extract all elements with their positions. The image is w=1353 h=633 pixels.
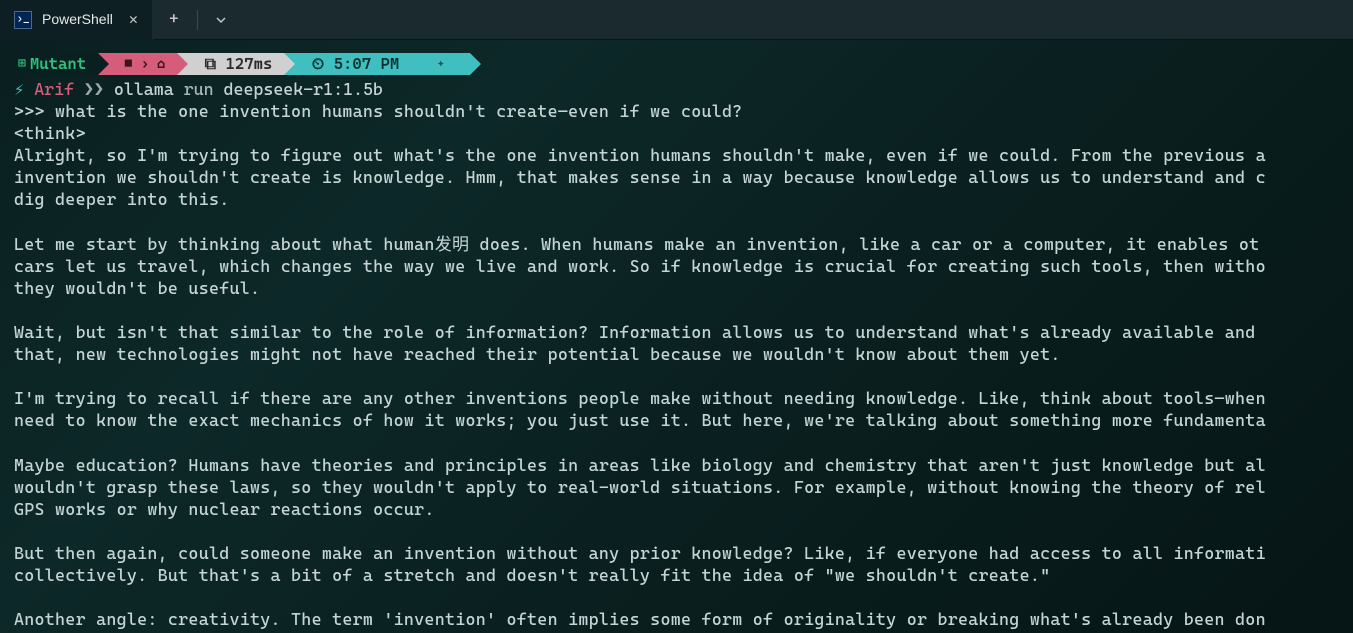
output-line [14,432,1339,454]
output-line [14,586,1339,608]
prompt-time: 5:07 PM [334,54,400,75]
output-line: But then again, could someone make an in… [14,542,1339,564]
command-executable: ollama [114,78,174,100]
terminal-output: >>> what is the one invention humans sho… [14,100,1339,630]
prompt-duration-segment: ⧉ 127ms [177,53,284,75]
output-line: cars let us travel, which changes the wa… [14,255,1339,277]
prompt-host: Mutant [30,54,86,75]
output-line: <think> [14,122,1339,144]
tab-dropdown-button[interactable] [200,0,242,40]
home-icon: ⌂ [157,55,165,73]
output-line: dig deeper into this. [14,188,1339,210]
close-icon[interactable]: ✕ [129,10,138,30]
command-line: ⚡ Arif ❯❯ ollama run deepseek-r1:1.5b [14,78,1339,100]
output-line: Alright, so I'm trying to figure out wha… [14,144,1339,166]
prompt-user: Arif [34,78,74,100]
output-line: collectively. But that's a bit of a stre… [14,564,1339,586]
output-line: GPS works or why nuclear reactions occur… [14,498,1339,520]
new-tab-button[interactable]: + [153,0,195,40]
output-line: invention we shouldn't create is knowled… [14,166,1339,188]
tab-powershell[interactable]: ›_ PowerShell ✕ [0,0,153,40]
command-verb: run [184,78,214,100]
output-line: Another angle: creativity. The term 'inv… [14,608,1339,630]
output-line [14,211,1339,233]
prompt-host-segment: ⊞Mutant [14,53,98,75]
powershell-icon: ›_ [14,11,32,29]
prompt-time-segment: ⏲ 5:07 PM [284,53,411,75]
divider [197,10,198,30]
windows-icon: ⊞ [18,56,26,73]
output-line: Maybe education? Humans have theories an… [14,454,1339,476]
output-line: they wouldn't be useful. [14,277,1339,299]
output-line: that, new technologies might not have re… [14,343,1339,365]
output-line: >>> what is the one invention humans sho… [14,100,1339,122]
tab-title: PowerShell [42,10,113,28]
command-model: deepseek-r1:1.5b [224,78,383,100]
output-line [14,299,1339,321]
output-line [14,520,1339,542]
output-line: Let me start by thinking about what huma… [14,233,1339,255]
chevron-down-icon [215,14,227,26]
lightning-icon: ⚡ [14,78,24,100]
tab-actions: + [153,0,242,40]
prompt-status-line: ⊞Mutant ■ › ⌂ ⧉ 127ms ⏲ 5:07 PM ✦ [14,52,1339,76]
output-line: I'm trying to recall if there are any ot… [14,387,1339,409]
output-line: need to know the exact mechanics of how … [14,409,1339,431]
output-line: wouldn't grasp these laws, so they would… [14,476,1339,498]
output-line: Wait, but isn't that similar to the role… [14,321,1339,343]
tab-bar: ›_ PowerShell ✕ + [0,0,1353,40]
output-line [14,365,1339,387]
terminal-area[interactable]: ⊞Mutant ■ › ⌂ ⧉ 127ms ⏲ 5:07 PM ✦ ⚡ Arif… [0,40,1353,630]
prompt-arrows: ❯❯ [84,78,104,100]
prompt-path-segment: ■ › ⌂ [98,53,177,75]
prompt-duration: 127ms [225,54,272,75]
